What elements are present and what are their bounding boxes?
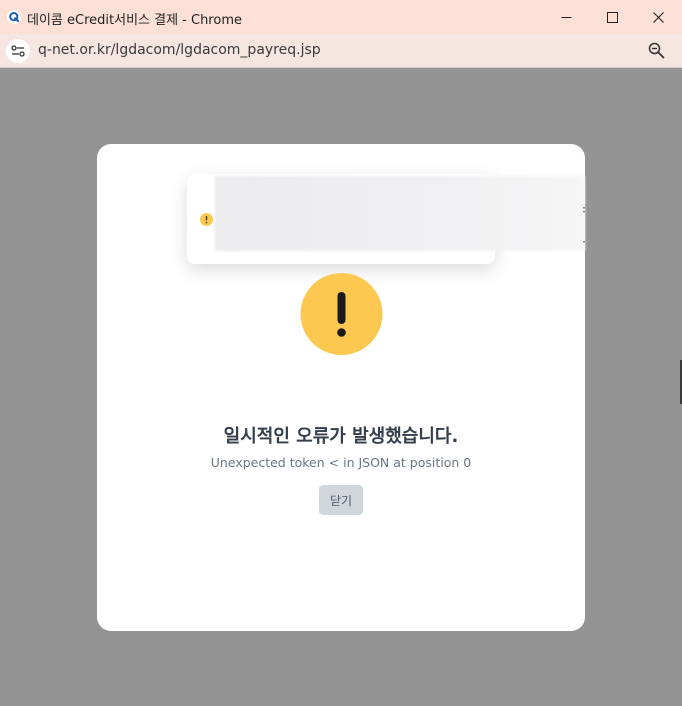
- site-info-button[interactable]: [6, 39, 30, 63]
- warning-icon: [300, 273, 383, 355]
- zoom-out-icon[interactable]: [648, 42, 665, 59]
- address-bar: q-net.or.kr/lgdacom/lgdacom_payreq.jsp: [0, 34, 682, 68]
- window-close-button[interactable]: [635, 0, 681, 34]
- maximize-icon: [606, 11, 618, 23]
- close-button[interactable]: 닫기: [319, 485, 363, 515]
- url-text[interactable]: q-net.or.kr/lgdacom/lgdacom_payreq.jsp: [38, 42, 321, 58]
- maximize-button[interactable]: [589, 0, 635, 34]
- error-message: Unexpected token < in JSON at position 0: [210, 455, 472, 470]
- close-icon: [652, 11, 664, 23]
- window-titlebar: 데이콤 eCredit서비스 결제 - Chrome: [0, 0, 682, 34]
- window-title: 데이콤 eCredit서비스 결제 - Chrome: [27, 13, 242, 28]
- tune-icon: [11, 45, 25, 57]
- error-heading: 일시적인 오류가 발생했습니다.: [223, 426, 459, 447]
- minimize-button[interactable]: [543, 0, 589, 34]
- blurred-toast-content: [215, 176, 585, 251]
- q-net-icon: [7, 10, 21, 24]
- minimize-icon: [561, 16, 571, 18]
- warning-icon: [200, 213, 213, 226]
- toast-edge-marks: [583, 207, 585, 243]
